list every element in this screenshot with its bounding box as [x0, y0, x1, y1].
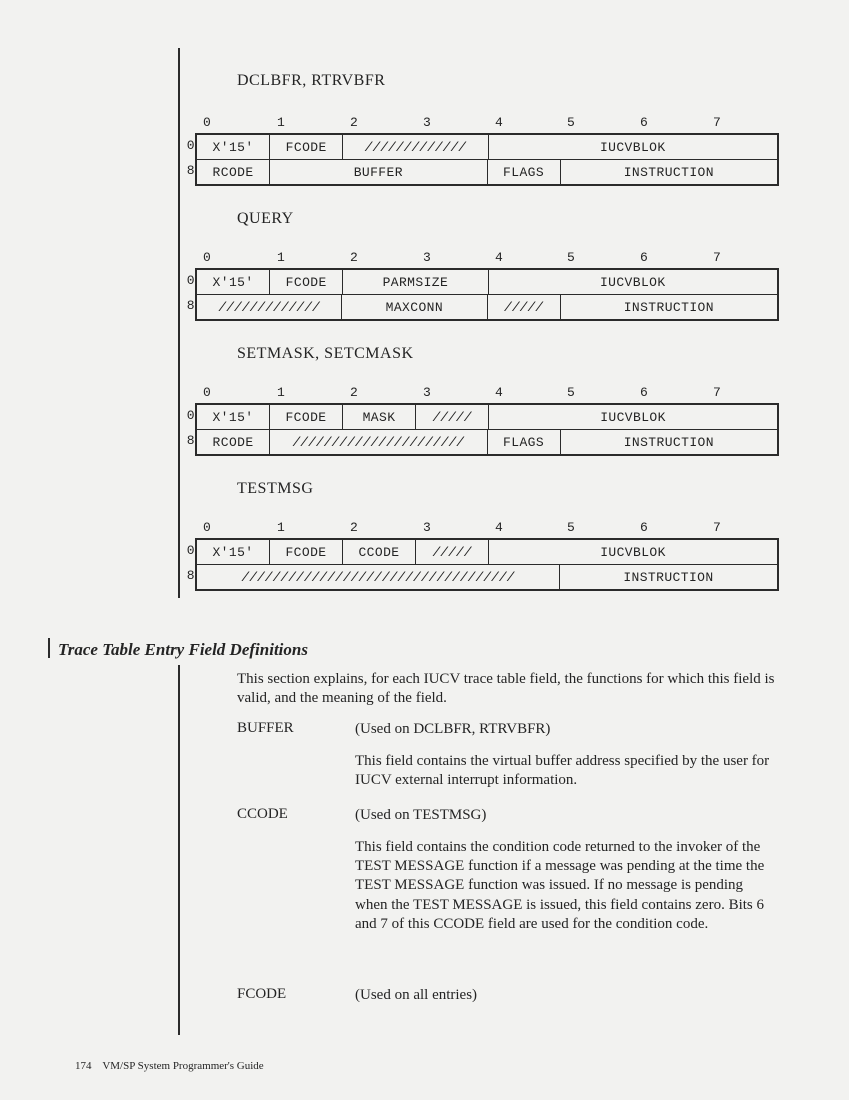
diagram-query: 0 1 2 3 4 5 6 7 0 X'15' FCODE PARMSIZE I…	[195, 250, 775, 321]
cell-x15: X'15'	[197, 405, 270, 429]
cell-reserved: /////////////	[197, 295, 342, 319]
cell-fcode: FCODE	[270, 270, 343, 294]
definitions-heading: Trace Table Entry Field Definitions	[58, 640, 308, 660]
revision-bar	[48, 638, 50, 658]
intro-paragraph: This section explains, for each IUCV tra…	[237, 670, 777, 708]
cell-iucvblok: IUCVBLOK	[489, 135, 778, 159]
used-on-fcode: (Used on all entries)	[355, 986, 775, 1005]
table-row: 8 ///////////// MAXCONN ///// INSTRUCTIO…	[197, 294, 777, 319]
diagram-testmsg: 0 1 2 3 4 5 6 7 0 X'15' FCODE CCODE ////…	[195, 520, 775, 591]
table-body: 0 X'15' FCODE ///////////// IUCVBLOK 8 R…	[195, 133, 779, 186]
footer-title: VM/SP System Programmer's Guide	[102, 1060, 263, 1072]
term-ccode: CCODE	[237, 806, 288, 823]
cell-iucvblok: IUCVBLOK	[489, 270, 778, 294]
term-buffer: BUFFER	[237, 720, 294, 737]
cell-ccode: CCODE	[343, 540, 416, 564]
desc-ccode: This field contains the condition code r…	[355, 838, 775, 934]
section-title-dclbfr: DCLBFR, RTRVBFR	[237, 72, 385, 90]
column-headers: 0 1 2 3 4 5 6 7	[195, 115, 775, 133]
cell-buffer: BUFFER	[270, 160, 487, 184]
cell-x15: X'15'	[197, 135, 270, 159]
cell-reserved: ///////////////////////////////////	[197, 565, 560, 589]
diagram-dclbfr: 0 1 2 3 4 5 6 7 0 X'15' FCODE //////////…	[195, 115, 775, 186]
vertical-rule-bottom	[178, 665, 180, 1035]
table-row: 0 X'15' FCODE PARMSIZE IUCVBLOK	[197, 270, 777, 294]
cell-reserved: /////	[416, 405, 489, 429]
cell-reserved: /////////////	[343, 135, 488, 159]
cell-reserved: /////	[488, 295, 561, 319]
cell-fcode: FCODE	[270, 540, 343, 564]
table-body: 0 X'15' FCODE PARMSIZE IUCVBLOK 8 //////…	[195, 268, 779, 321]
diagram-setmask: 0 1 2 3 4 5 6 7 0 X'15' FCODE MASK /////…	[195, 385, 775, 456]
cell-iucvblok: IUCVBLOK	[489, 540, 777, 564]
cell-instruction: INSTRUCTION	[561, 160, 777, 184]
cell-instruction: INSTRUCTION	[561, 430, 777, 454]
vertical-rule-top	[178, 48, 180, 598]
page-footer: 174 VM/SP System Programmer's Guide	[75, 1060, 264, 1072]
column-headers: 0 1 2 3 4 5 6 7	[195, 250, 775, 268]
table-row: 8 /////////////////////////////////// IN…	[197, 564, 777, 589]
cell-flags: FLAGS	[488, 160, 561, 184]
table-row: 8 RCODE ////////////////////// FLAGS INS…	[197, 429, 777, 454]
cell-mask: MASK	[343, 405, 416, 429]
cell-fcode: FCODE	[270, 405, 343, 429]
cell-instruction: INSTRUCTION	[560, 565, 777, 589]
used-on-ccode: (Used on TESTMSG)	[355, 806, 775, 825]
cell-rcode: RCODE	[197, 160, 270, 184]
section-title-testmsg: TESTMSG	[237, 480, 313, 498]
cell-x15: X'15'	[197, 540, 270, 564]
column-headers: 0 1 2 3 4 5 6 7	[195, 385, 775, 403]
table-row: 8 RCODE BUFFER FLAGS INSTRUCTION	[197, 159, 777, 184]
cell-flags: FLAGS	[488, 430, 561, 454]
section-title-setmask: SETMASK, SETCMASK	[237, 345, 414, 363]
table-row: 0 X'15' FCODE MASK ///// IUCVBLOK	[197, 405, 777, 429]
cell-fcode: FCODE	[270, 135, 343, 159]
cell-maxconn: MAXCONN	[342, 295, 487, 319]
section-title-query: QUERY	[237, 210, 294, 228]
page-number: 174	[75, 1060, 92, 1072]
cell-iucvblok: IUCVBLOK	[489, 405, 777, 429]
term-fcode: FCODE	[237, 986, 286, 1003]
cell-parmsize: PARMSIZE	[343, 270, 488, 294]
table-row: 0 X'15' FCODE CCODE ///// IUCVBLOK	[197, 540, 777, 564]
table-row: 0 X'15' FCODE ///////////// IUCVBLOK	[197, 135, 777, 159]
table-body: 0 X'15' FCODE CCODE ///// IUCVBLOK 8 ///…	[195, 538, 779, 591]
cell-instruction: INSTRUCTION	[561, 295, 777, 319]
used-on-buffer: (Used on DCLBFR, RTRVBFR)	[355, 720, 775, 739]
desc-buffer: This field contains the virtual buffer a…	[355, 752, 775, 790]
column-headers: 0 1 2 3 4 5 6 7	[195, 520, 775, 538]
cell-reserved: //////////////////////	[270, 430, 487, 454]
page: DCLBFR, RTRVBFR 0 1 2 3 4 5 6 7 0 X'15' …	[0, 0, 849, 1100]
cell-x15: X'15'	[197, 270, 270, 294]
cell-rcode: RCODE	[197, 430, 270, 454]
cell-reserved: /////	[416, 540, 489, 564]
table-body: 0 X'15' FCODE MASK ///// IUCVBLOK 8 RCOD…	[195, 403, 779, 456]
